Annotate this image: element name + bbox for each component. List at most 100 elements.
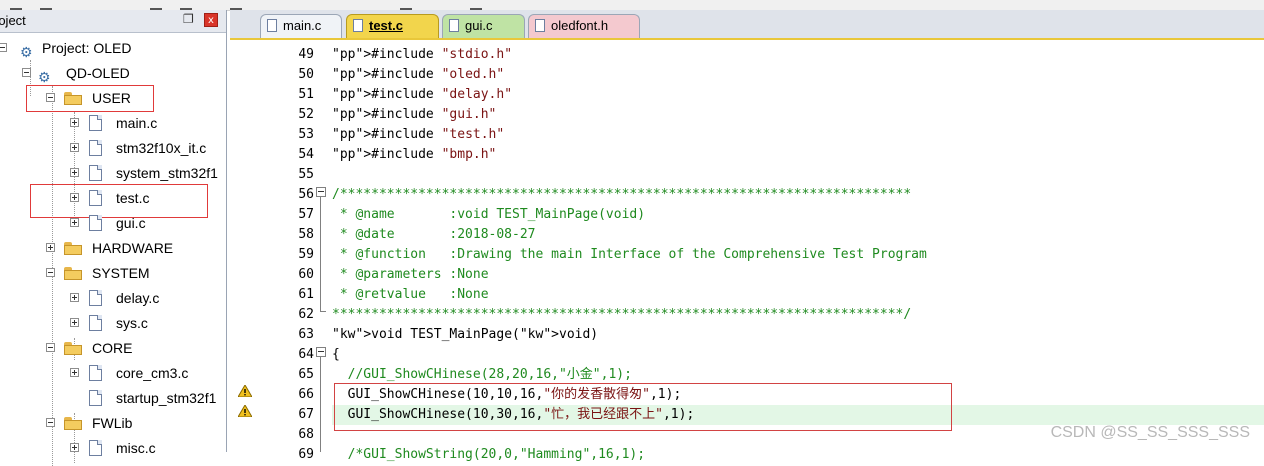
tree-item-fwlib-folder[interactable]: FWLib — [0, 411, 226, 435]
tree-item-core-folder[interactable]: CORE — [0, 336, 226, 360]
toolbar-button[interactable] — [150, 0, 162, 10]
tree-item-system-folder[interactable]: SYSTEM — [0, 261, 226, 285]
warning-icon[interactable] — [238, 385, 252, 397]
line-number: 52 — [298, 107, 314, 122]
expand-icon[interactable] — [70, 443, 79, 452]
file-icon — [89, 215, 102, 231]
expand-icon[interactable] — [70, 143, 79, 152]
code-line[interactable]: "pp">#include "delay.h" — [332, 85, 1264, 105]
tree-item-file[interactable]: core_cm3.c — [0, 361, 226, 385]
file-icon — [89, 390, 102, 406]
collapse-icon[interactable] — [46, 418, 55, 427]
expand-icon[interactable] — [70, 293, 79, 302]
line-number: 53 — [298, 127, 314, 142]
tree-item-file[interactable]: main.c — [0, 111, 226, 135]
collapse-icon[interactable] — [22, 68, 31, 77]
annotation-box-code — [334, 383, 952, 431]
tree-item-file[interactable]: system_stm32f1 — [0, 161, 226, 185]
project-panel-header: roject ❐ x — [0, 10, 226, 33]
tree-item-label: CORE — [92, 340, 133, 356]
tree-item-file[interactable]: startup_stm32f1 — [0, 386, 226, 410]
fold-collapse-icon[interactable] — [316, 187, 326, 197]
toolbar-button[interactable] — [470, 0, 482, 10]
code-line[interactable]: "pp">#include "stdio.h" — [332, 45, 1264, 65]
expand-icon[interactable] — [46, 243, 55, 252]
tree-item-hardware-folder[interactable]: HARDWARE — [0, 236, 226, 260]
tree-item-file[interactable]: misc.c — [0, 436, 226, 460]
code-line[interactable]: * @name :void TEST_MainPage(void) — [332, 205, 1264, 225]
tree-item-label: HARDWARE — [92, 240, 174, 256]
code-line[interactable]: "pp">#include "gui.h" — [332, 105, 1264, 125]
code-line[interactable]: { — [332, 345, 1264, 365]
tab-label: test.c — [369, 18, 403, 33]
tab-oledfont-h[interactable]: oledfont.h — [528, 14, 640, 38]
tree-item-project[interactable]: ⚙ Project: OLED — [0, 36, 226, 60]
collapse-icon[interactable] — [46, 343, 55, 352]
tree-item-label: system_stm32f1 — [116, 165, 218, 181]
tree-item-label: gui.c — [116, 215, 146, 231]
toolbar-button[interactable] — [400, 0, 412, 10]
code-line[interactable]: * @function :Drawing the main Interface … — [332, 245, 1264, 265]
tree-item-target[interactable]: ⚙ QD-OLED — [0, 61, 226, 85]
fold-collapse-icon[interactable] — [316, 347, 326, 357]
code-line[interactable]: "pp">#include "test.h" — [332, 125, 1264, 145]
expand-icon[interactable] — [70, 218, 79, 227]
code-line[interactable]: "pp">#include "oled.h" — [332, 65, 1264, 85]
tree-item-file[interactable]: delay.c — [0, 286, 226, 310]
folder-icon — [64, 242, 82, 255]
tree-item-label: startup_stm32f1 — [116, 390, 217, 406]
tree-item-file[interactable]: gui.c — [0, 211, 226, 235]
code-line[interactable]: * @retvalue :None — [332, 285, 1264, 305]
pin-icon[interactable]: ❐ — [183, 12, 194, 26]
code-line[interactable] — [332, 165, 1264, 185]
project-tree: ⚙ Project: OLED ⚙ QD-OLED USER main.c st… — [0, 32, 226, 466]
code-line[interactable]: /***************************************… — [332, 185, 1264, 205]
expand-icon[interactable] — [70, 368, 79, 377]
code-line[interactable]: * @date :2018-08-27 — [332, 225, 1264, 245]
tab-label: gui.c — [465, 18, 493, 33]
file-icon — [353, 19, 363, 32]
file-icon — [89, 165, 102, 181]
line-numbers: 49 50 51 52 53 54 55 56 57 58 59 60 61 62 63 64 65 66 67 68… — [280, 40, 314, 462]
expand-icon[interactable] — [70, 168, 79, 177]
tab-test-c[interactable]: test.c — [346, 14, 439, 38]
expand-icon[interactable] — [70, 318, 79, 327]
folder-icon — [64, 342, 82, 355]
line-number: 64 — [298, 347, 314, 362]
collapse-icon[interactable] — [46, 268, 55, 277]
file-icon — [89, 140, 102, 156]
code-line[interactable]: * @parameters :None — [332, 265, 1264, 285]
collapse-icon[interactable] — [0, 43, 7, 52]
tree-item-label: delay.c — [116, 290, 160, 306]
tree-item-label: FWLib — [92, 415, 133, 431]
file-icon — [89, 315, 102, 331]
file-icon — [89, 290, 102, 306]
tree-item-file[interactable]: sys.c — [0, 311, 226, 335]
toolbar-button[interactable] — [180, 0, 192, 10]
code-line[interactable]: "kw">void TEST_MainPage("kw">void) — [332, 325, 1264, 345]
line-number: 62 — [298, 307, 314, 322]
tree-item-file[interactable]: stm32f10x_it.c — [0, 136, 226, 160]
tree-item-label: QD-OLED — [66, 65, 130, 81]
toolbar-button[interactable] — [40, 0, 52, 10]
code-line[interactable]: /*GUI_ShowString(20,0,"Hamming",16,1); — [332, 445, 1264, 465]
tree-item-label: stm32f10x_it.c — [116, 140, 207, 156]
toolbar-button[interactable] — [230, 0, 242, 10]
code-line[interactable]: "pp">#include "bmp.h" — [332, 145, 1264, 165]
file-icon — [89, 365, 102, 381]
tab-gui-c[interactable]: gui.c — [442, 14, 525, 38]
code-line[interactable]: ****************************************… — [332, 305, 1264, 325]
code-line[interactable]: //GUI_ShowCHinese(28,20,16,"小金",1); — [332, 365, 1264, 385]
warning-icon[interactable] — [238, 405, 252, 417]
tab-main-c[interactable]: main.c — [260, 14, 342, 38]
line-number: 61 — [298, 287, 314, 302]
tree-item-label: main.c — [116, 115, 158, 131]
code-area[interactable]: 49 50 51 52 53 54 55 56 57 58 59 60 61 62 63 64 65 66 67 68… — [230, 40, 1264, 462]
toolbar-button[interactable] — [10, 0, 22, 10]
annotation-box-user — [26, 85, 154, 112]
tree-item-label: Project: OLED — [42, 40, 132, 56]
line-number: 68 — [298, 427, 314, 442]
close-panel-button[interactable]: x — [204, 13, 218, 27]
expand-icon[interactable] — [70, 118, 79, 127]
tree-item-label: sys.c — [116, 315, 148, 331]
